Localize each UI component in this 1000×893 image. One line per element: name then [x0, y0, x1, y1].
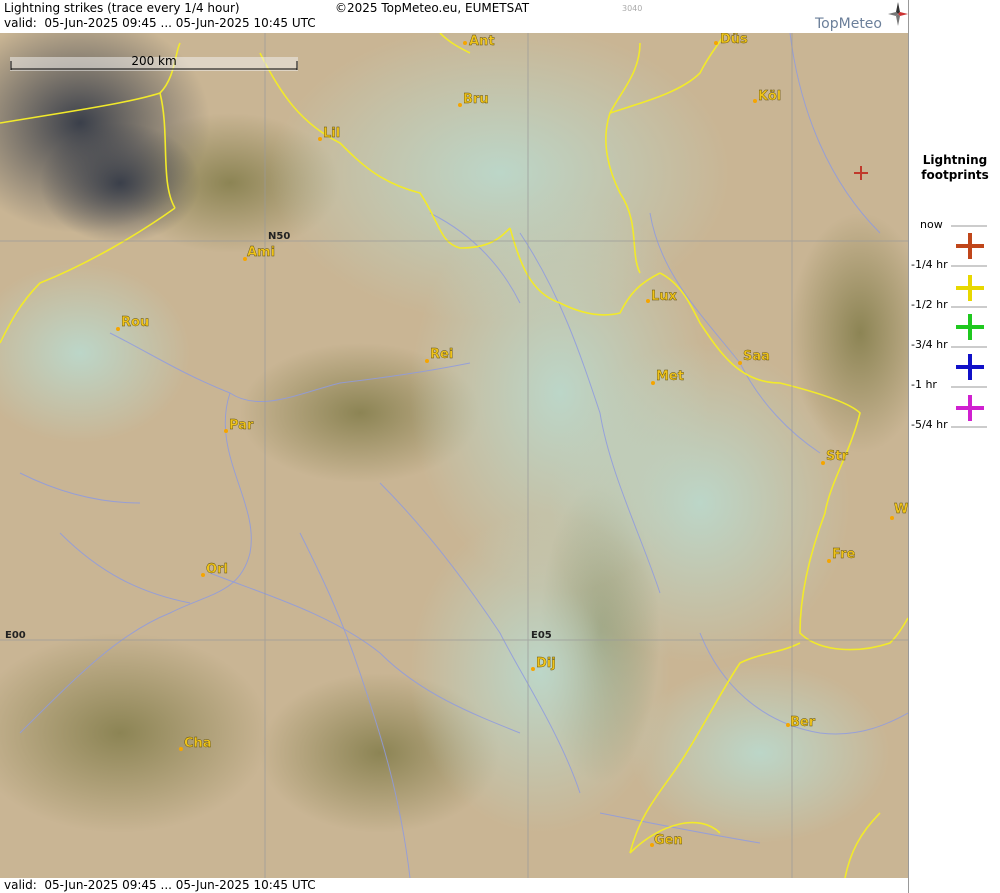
legend-time-q5: -5/4 hr [911, 418, 948, 431]
svg-text:Ami: Ami [247, 245, 275, 260]
city-ber: Ber [786, 715, 816, 730]
svg-text:Köl: Köl [758, 89, 781, 104]
svg-text:Düs: Düs [720, 33, 748, 47]
city-str: Str [821, 449, 849, 465]
svg-text:Rei: Rei [430, 347, 453, 362]
legend-cross-icon-q2 [956, 314, 984, 340]
svg-text:Rou: Rou [121, 315, 149, 330]
legend-time-q1: -1/4 hr [911, 258, 948, 271]
city-dus: Düs [714, 33, 748, 47]
map-code: 3040 [622, 4, 643, 13]
city-ami: Ami [243, 245, 275, 261]
grid-label-n50: N50 [268, 231, 290, 242]
topmeteo-logo: TopMeteo [815, 16, 882, 32]
footer-valid-time: valid: 05-Jun-2025 09:45 ... 05-Jun-2025… [4, 878, 316, 892]
compass-icon [888, 2, 908, 26]
legend-panel: Lightning footprints now -1/4 hr -1/2 hr… [908, 0, 1000, 893]
legend-title-line1: Lightning [922, 153, 988, 167]
svg-text:Str: Str [826, 449, 849, 464]
city-rei: Rei [425, 347, 453, 363]
svg-text:Par: Par [229, 418, 254, 433]
city-orl: Orl [201, 562, 228, 577]
svg-text:W: W [894, 502, 908, 517]
city-gen: Gen [650, 833, 683, 848]
svg-text:Dij: Dij [536, 656, 556, 671]
svg-text:Bru: Bru [463, 92, 489, 107]
satellite-map[interactable]: N50 E00 E05 200 km Ant Düs Bru Köl Lil A… [0, 33, 908, 878]
svg-text:Fre: Fre [832, 547, 855, 562]
svg-text:Lil: Lil [323, 126, 340, 141]
svg-text:Lux: Lux [651, 289, 678, 304]
legend-time-q2: -1/2 hr [911, 298, 948, 311]
svg-text:Cha: Cha [184, 736, 212, 751]
svg-text:Orl: Orl [206, 562, 228, 577]
legend-cross-icon-q1 [956, 275, 984, 301]
scale-label: 200 km [131, 54, 176, 68]
map-title: Lightning strikes (trace every 1/4 hour) [4, 1, 240, 15]
grid-label-e05: E05 [531, 630, 552, 641]
header: Lightning strikes (trace every 1/4 hour)… [0, 0, 908, 33]
city-par: Par [224, 418, 254, 433]
city-lux: Lux [646, 289, 678, 304]
svg-text:Saa: Saa [743, 349, 770, 364]
city-bru: Bru [458, 92, 489, 107]
city-met: Met [651, 369, 684, 385]
svg-text:Gen: Gen [654, 833, 683, 848]
footer: valid: 05-Jun-2025 09:45 ... 05-Jun-2025… [0, 878, 908, 893]
city-kol: Köl [753, 89, 781, 104]
copyright: ©2025 TopMeteo.eu, EUMETSAT [335, 1, 530, 15]
legend-cross-icon-now [956, 233, 984, 259]
grid-label-e00: E00 [5, 630, 26, 641]
city-saa: Saa [738, 349, 770, 365]
valid-time: valid: 05-Jun-2025 09:45 ... 05-Jun-2025… [4, 16, 316, 30]
city-fre: Fre [827, 547, 856, 563]
svg-text:Ber: Ber [790, 715, 816, 730]
svg-text:Ant: Ant [469, 34, 495, 49]
legend-cross-icon-q4 [956, 395, 984, 421]
legend-cross-icon-q3 [956, 354, 984, 380]
legend-time-q4: -1 hr [911, 378, 937, 391]
legend-scale [951, 225, 987, 428]
city-rou: Rou [116, 315, 149, 331]
legend-time-q3: -3/4 hr [911, 338, 948, 351]
svg-text:Met: Met [656, 369, 684, 384]
legend-title-line2: footprints [921, 168, 989, 182]
legend-time-now: now [920, 218, 943, 231]
city-cha: Cha [179, 736, 212, 751]
